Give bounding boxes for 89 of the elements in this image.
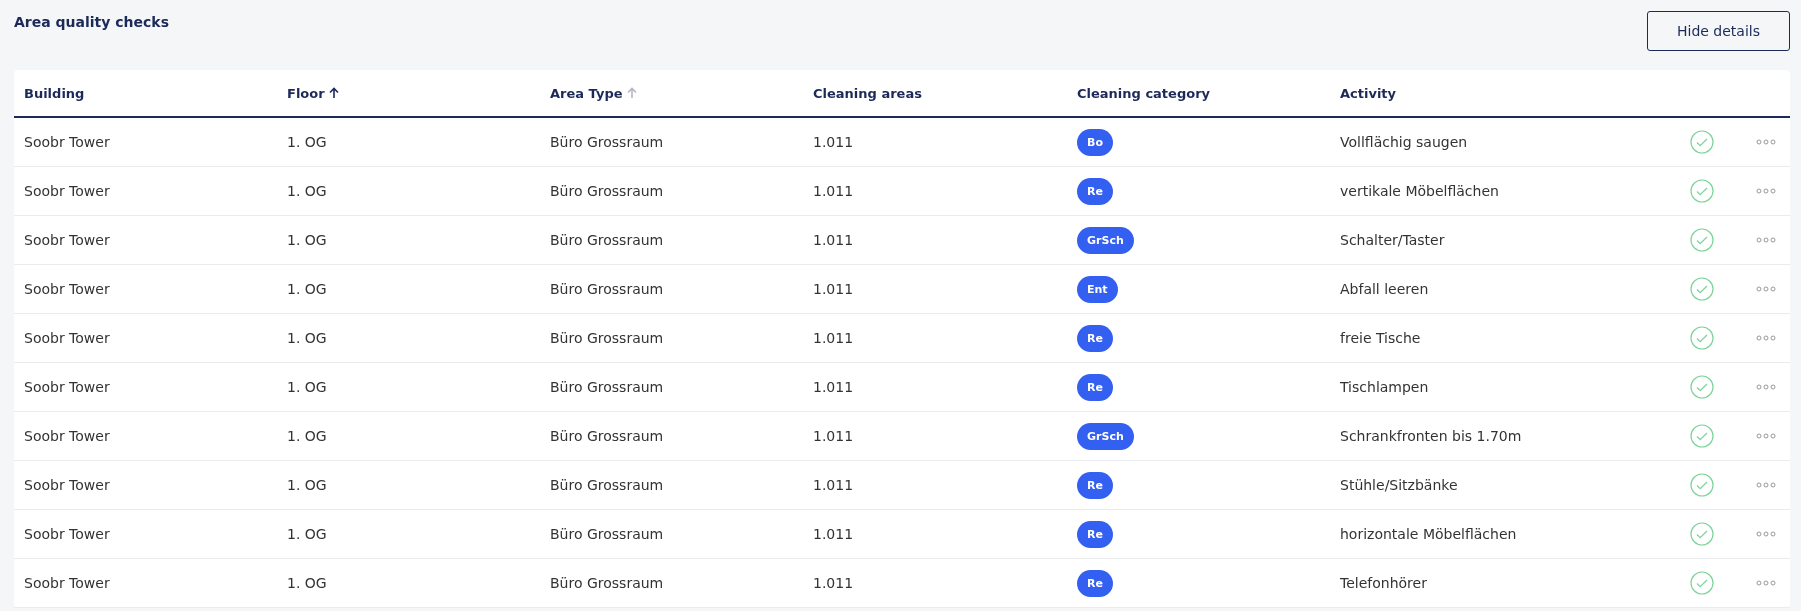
sort-arrow-icon[interactable] [328,87,339,99]
area-type-cell: Büro Grossraum [550,183,664,199]
activity-cell: Vollflächig saugen [1340,134,1468,150]
building-cell: Soobr Tower [24,428,110,444]
category-badge: GrSch [1077,226,1134,254]
area-type-cell: Büro Grossraum [550,281,664,297]
area-type-cell: Büro Grossraum [550,232,664,248]
category-badge: Re [1077,471,1113,499]
category-badge: GrSch [1077,422,1134,450]
cleaning-areas-cell: 1.011 [813,526,854,542]
more-options-icon[interactable] [1756,237,1776,243]
more-options-icon[interactable] [1756,580,1776,586]
activity-cell: Telefonhörer [1340,575,1427,591]
building-cell: Soobr Tower [24,281,110,297]
cleaning-areas-cell: 1.011 [813,575,854,591]
floor-cell: 1. OG [287,526,327,542]
activity-cell: freie Tische [1340,330,1421,346]
activity-cell: Stühle/Sitzbänke [1340,477,1458,493]
activity-cell: Schalter/Taster [1340,232,1445,248]
building-cell: Soobr Tower [24,379,110,395]
column-header[interactable]: Floor [287,85,325,101]
check-circle-icon[interactable] [1690,326,1714,350]
column-header[interactable]: Activity [1340,85,1397,101]
cleaning-areas-cell: 1.011 [813,183,854,199]
activity-cell: horizontale Möbelflächen [1340,526,1517,542]
more-options-icon[interactable] [1756,531,1776,537]
area-type-cell: Büro Grossraum [550,134,664,150]
area-type-cell: Büro Grossraum [550,379,664,395]
area-type-cell: Büro Grossraum [550,575,664,591]
section-title: Area quality checks [14,14,169,30]
check-circle-icon[interactable] [1690,179,1714,203]
column-header[interactable]: Cleaning category [1077,85,1210,101]
building-cell: Soobr Tower [24,183,110,199]
floor-cell: 1. OG [287,281,327,297]
more-options-icon[interactable] [1756,286,1776,292]
area-type-cell: Büro Grossraum [550,477,664,493]
floor-cell: 1. OG [287,134,327,150]
floor-cell: 1. OG [287,575,327,591]
activity-cell: Abfall leeren [1340,281,1429,297]
category-badge: Bo [1077,128,1113,156]
floor-cell: 1. OG [287,379,327,395]
building-cell: Soobr Tower [24,575,110,591]
cleaning-areas-cell: 1.011 [813,330,854,346]
building-cell: Soobr Tower [24,232,110,248]
check-circle-icon[interactable] [1690,277,1714,301]
more-options-icon[interactable] [1756,433,1776,439]
building-cell: Soobr Tower [24,134,110,150]
category-badge: Re [1077,177,1113,205]
more-options-icon[interactable] [1756,482,1776,488]
check-circle-icon[interactable] [1690,375,1714,399]
activity-cell: vertikale Möbelflächen [1340,183,1499,199]
column-header[interactable]: Cleaning areas [813,85,922,101]
area-type-cell: Büro Grossraum [550,428,664,444]
cleaning-areas-cell: 1.011 [813,281,854,297]
floor-cell: 1. OG [287,477,327,493]
area-type-cell: Büro Grossraum [550,330,664,346]
check-circle-icon[interactable] [1690,424,1714,448]
check-circle-icon[interactable] [1690,522,1714,546]
floor-cell: 1. OG [287,183,327,199]
check-circle-icon[interactable] [1690,473,1714,497]
activity-cell: Schrankfronten bis 1.70m [1340,428,1522,444]
check-circle-icon[interactable] [1690,571,1714,595]
building-cell: Soobr Tower [24,330,110,346]
more-options-icon[interactable] [1756,139,1776,145]
building-cell: Soobr Tower [24,477,110,493]
cleaning-areas-cell: 1.011 [813,379,854,395]
category-badge: Re [1077,569,1113,597]
category-badge: Re [1077,373,1113,401]
floor-cell: 1. OG [287,428,327,444]
building-cell: Soobr Tower [24,526,110,542]
more-options-icon[interactable] [1756,188,1776,194]
cleaning-areas-cell: 1.011 [813,232,854,248]
more-options-icon[interactable] [1756,335,1776,341]
category-badge: Re [1077,324,1113,352]
column-header[interactable]: Area Type [550,85,623,101]
category-badge: Ent [1077,275,1118,303]
activity-cell: Tischlampen [1340,379,1429,395]
area-type-cell: Büro Grossraum [550,526,664,542]
cleaning-areas-cell: 1.011 [813,134,854,150]
cleaning-areas-cell: 1.011 [813,428,854,444]
hide-details-button[interactable]: Hide details [1647,11,1790,51]
floor-cell: 1. OG [287,330,327,346]
column-header[interactable]: Building [24,85,85,101]
floor-cell: 1. OG [287,232,327,248]
more-options-icon[interactable] [1756,384,1776,390]
category-badge: Re [1077,520,1113,548]
check-circle-icon[interactable] [1690,130,1714,154]
cleaning-areas-cell: 1.011 [813,477,854,493]
check-circle-icon[interactable] [1690,228,1714,252]
